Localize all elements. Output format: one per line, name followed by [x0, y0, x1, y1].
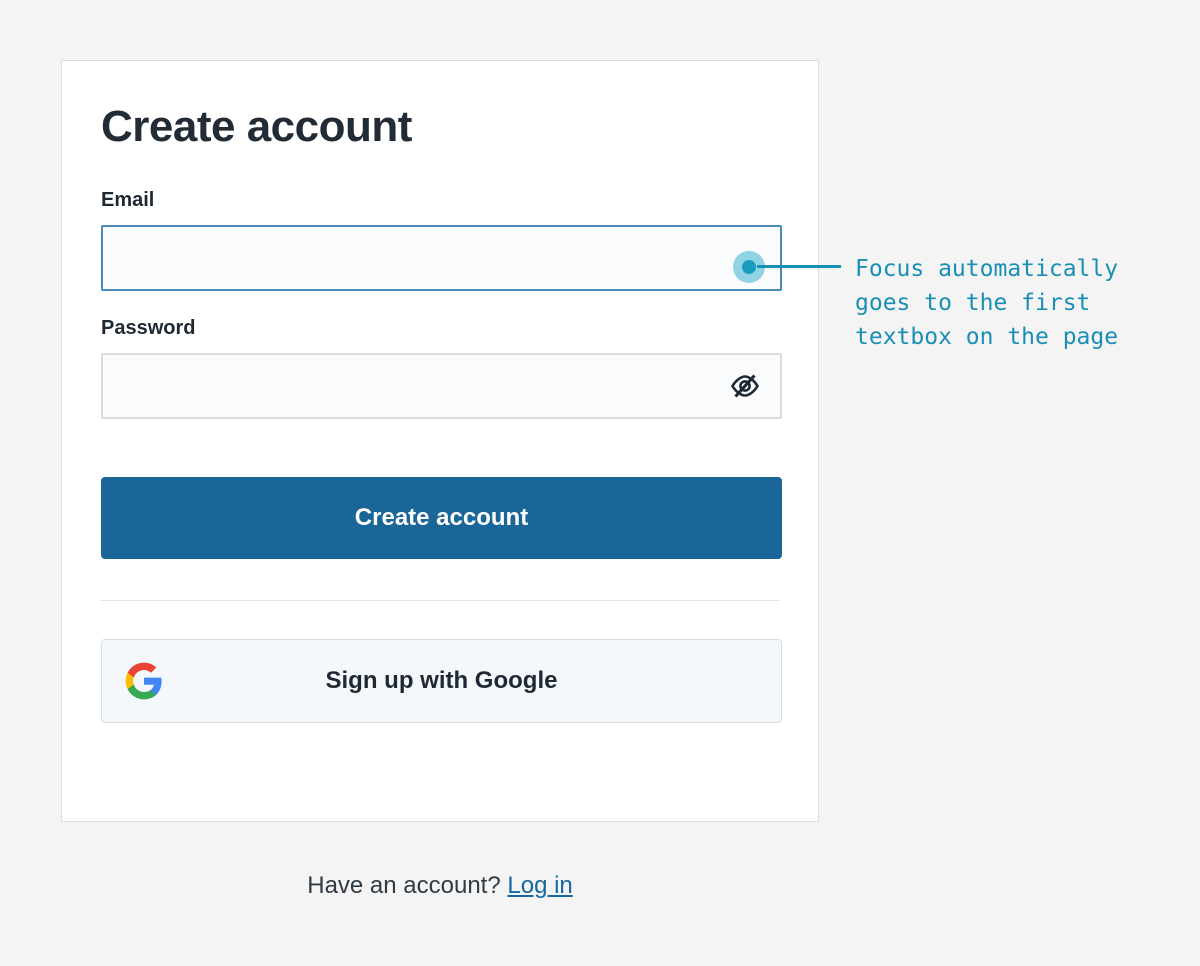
- google-g-icon: [124, 661, 164, 701]
- google-button-label: Sign up with Google: [325, 667, 558, 695]
- password-input-wrap: [101, 353, 782, 420]
- annotation-connector-line: [757, 265, 841, 268]
- password-field-group: Password: [101, 317, 782, 420]
- email-input[interactable]: [101, 225, 782, 292]
- signup-card: Create account Email Password Create acc…: [61, 60, 819, 822]
- sign-up-with-google-button[interactable]: Sign up with Google: [101, 639, 782, 724]
- eye-off-icon[interactable]: [725, 366, 765, 406]
- page-title: Create account: [101, 102, 412, 151]
- page-footer: Have an account? Log in: [0, 872, 880, 900]
- email-label: Email: [101, 189, 155, 212]
- password-input[interactable]: [101, 353, 782, 420]
- card-footer: Sign up with Google: [62, 601, 818, 724]
- card-body: Create account Email Password Create acc…: [62, 61, 818, 602]
- email-input-wrap: [101, 225, 782, 292]
- annotation-text: Focus automatically goes to the first te…: [855, 256, 1119, 350]
- create-account-button[interactable]: Create account: [101, 477, 782, 560]
- log-in-link[interactable]: Log in: [507, 872, 572, 899]
- password-label: Password: [101, 317, 196, 340]
- have-account-text: Have an account?: [307, 872, 501, 899]
- focus-indicator-dot: [742, 260, 756, 274]
- email-field-group: Email: [101, 189, 782, 292]
